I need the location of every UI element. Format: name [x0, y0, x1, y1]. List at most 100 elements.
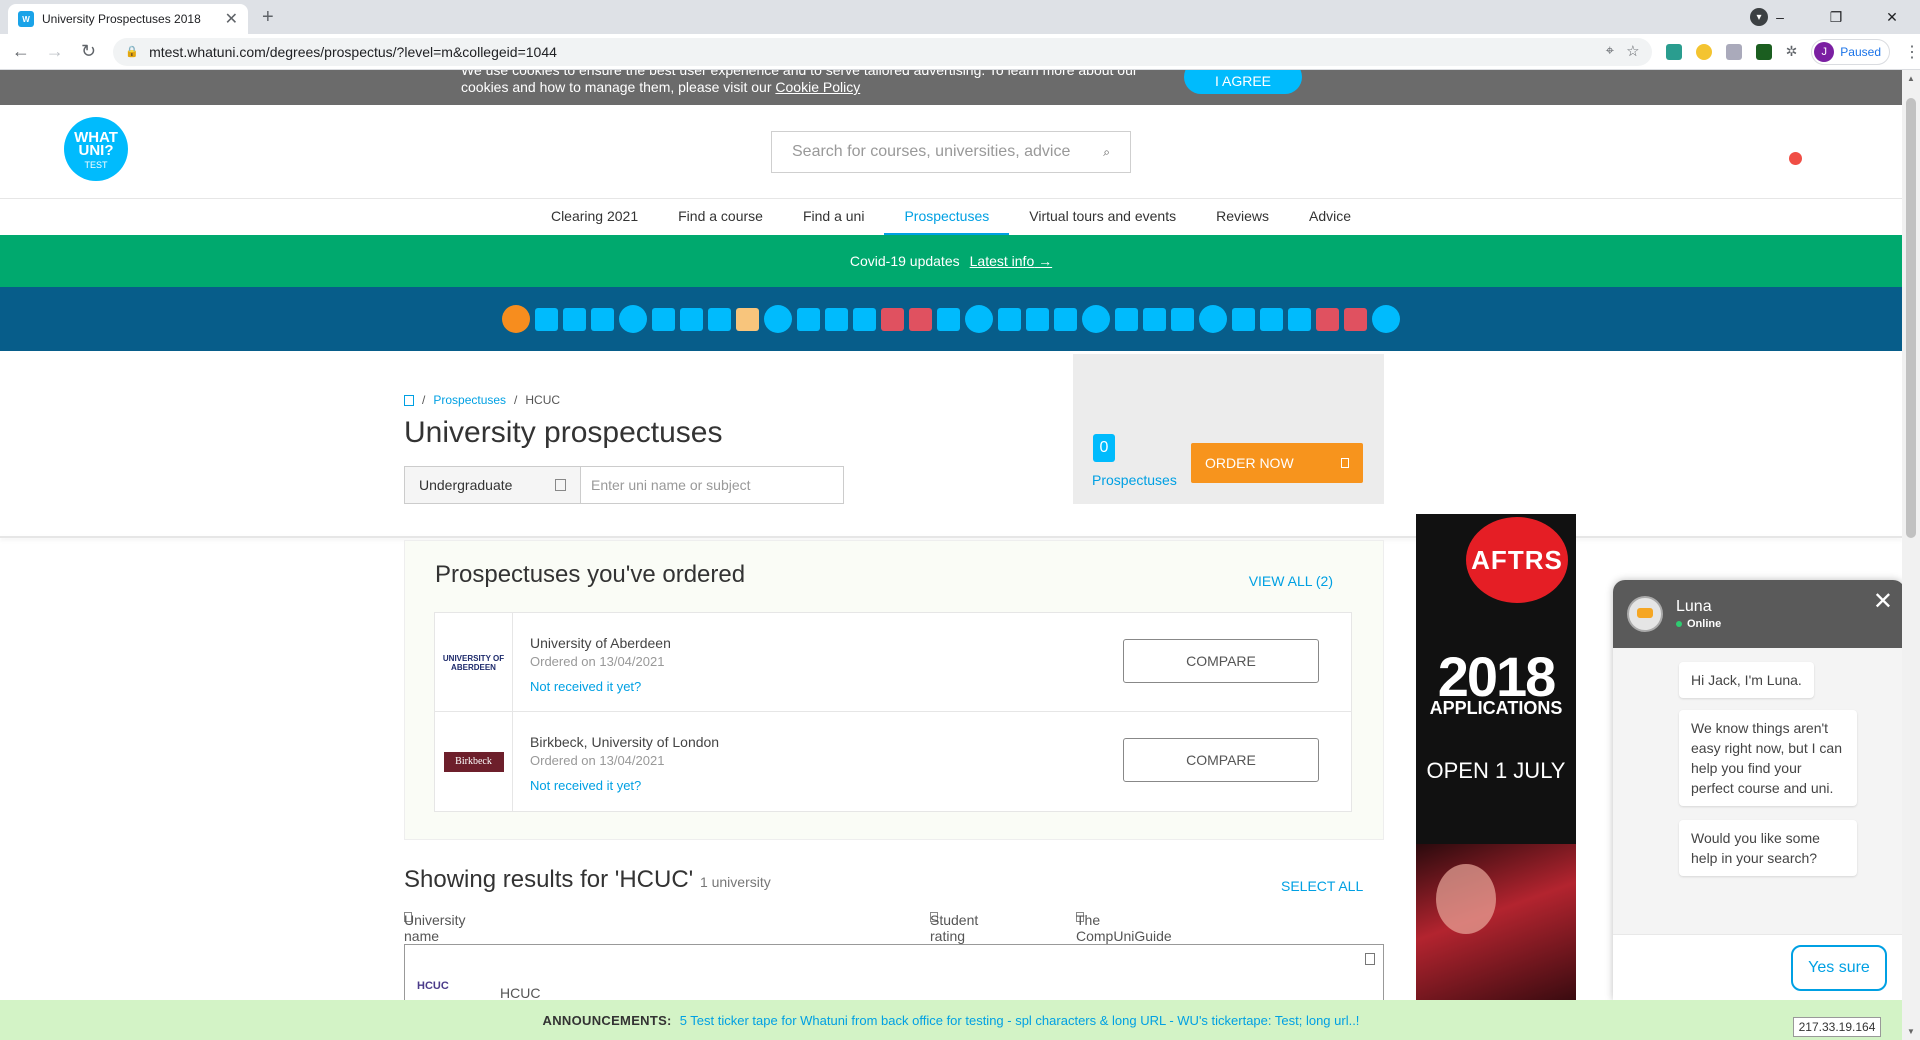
result-uni-name[interactable]: HCUC: [500, 985, 540, 1001]
forward-icon[interactable]: →: [42, 41, 68, 62]
breadcrumb-current: HCUC: [525, 393, 561, 407]
decorative-shape: [1171, 307, 1194, 331]
extensions-area: ✲ J Paused: [1665, 38, 1890, 65]
ip-address: 217.33.19.164: [1793, 1017, 1881, 1037]
notification-dot[interactable]: [1789, 152, 1802, 165]
decorative-shape: [535, 307, 558, 331]
browser-tab[interactable]: W University Prospectuses 2018 ✕: [8, 4, 248, 34]
scroll-up-icon[interactable]: ▲: [1907, 74, 1915, 83]
select-all-link[interactable]: SELECT ALL: [1281, 878, 1363, 894]
not-received-link[interactable]: Not received it yet?: [530, 778, 641, 793]
extension-icon[interactable]: [1755, 43, 1772, 60]
location-icon[interactable]: ⌖: [1606, 42, 1614, 60]
nav-item[interactable]: Reviews: [1196, 199, 1289, 235]
order-now-button[interactable]: ORDER NOW: [1191, 443, 1363, 483]
extension-icon[interactable]: [1725, 43, 1742, 60]
profile-button[interactable]: J Paused: [1811, 38, 1890, 65]
sort-label: Student rating: [930, 912, 979, 944]
url-text: mtest.whatuni.com/degrees/prospectus/?le…: [149, 43, 557, 60]
covid-latest-info-link[interactable]: Latest info →: [970, 253, 1053, 269]
chat-bot-name: Luna: [1676, 598, 1712, 615]
decorative-shape: [1082, 305, 1110, 333]
nav-item[interactable]: Clearing 2021: [531, 199, 658, 235]
uni-subject-input[interactable]: Enter uni name or subject: [581, 466, 844, 504]
whatuni-logo[interactable]: WHAT UNI? TEST: [64, 117, 128, 181]
uni-logo-text: Birkbeck: [443, 751, 504, 772]
page-title: University prospectuses: [404, 416, 723, 449]
decorative-shape: [619, 305, 647, 333]
sort-label: University name: [404, 912, 466, 944]
chat-header: Luna Online ✕: [1613, 580, 1905, 648]
lock-icon[interactable]: 🔒: [125, 45, 139, 58]
cookie-agree-button[interactable]: I AGREE: [1184, 70, 1302, 94]
announcement-bar: ANNOUNCEMENTS: 5 Test ticker tape for Wh…: [0, 1000, 1902, 1040]
address-bar[interactable]: 🔒 mtest.whatuni.com/degrees/prospectus/?…: [113, 37, 1652, 66]
select-checkbox[interactable]: [1365, 953, 1375, 965]
compare-button[interactable]: COMPARE: [1123, 738, 1319, 782]
aftrs-logo: AFTRS: [1466, 517, 1568, 603]
nav-item[interactable]: Find a uni: [783, 199, 884, 235]
tab-close-icon[interactable]: ✕: [225, 9, 238, 29]
chevron-down-icon: [555, 479, 566, 491]
prospectus-count-label[interactable]: Prospectuses: [1092, 472, 1177, 488]
chat-widget: Luna Online ✕ Hi Jack, I'm Luna. We know…: [1613, 580, 1905, 1000]
sort-student-rating[interactable]: Student rating: [930, 912, 978, 944]
bookmark-star-icon[interactable]: ☆: [1626, 42, 1639, 60]
sort-university-name[interactable]: University name: [404, 912, 465, 944]
decorative-shape: [652, 307, 675, 331]
study-level-select[interactable]: Undergraduate: [404, 466, 581, 504]
extension-icon[interactable]: [1695, 43, 1712, 60]
hcuc-logo[interactable]: HCUC: [417, 980, 449, 992]
order-date: Ordered on 13/04/2021: [530, 753, 665, 768]
nav-item[interactable]: Advice: [1289, 199, 1371, 235]
prospectus-count-badge: 0: [1093, 434, 1115, 462]
cookie-policy-link[interactable]: Cookie Policy: [775, 79, 860, 95]
not-received-link[interactable]: Not received it yet?: [530, 679, 641, 694]
chat-message: Hi Jack, I'm Luna.: [1679, 662, 1814, 698]
chat-reply-yes-button[interactable]: Yes sure: [1791, 945, 1887, 991]
breadcrumb: / Prospectuses / HCUC: [404, 393, 560, 407]
minimize-icon[interactable]: –: [1752, 9, 1808, 25]
nav-item[interactable]: Virtual tours and events: [1009, 199, 1196, 235]
reload-icon[interactable]: ↻: [76, 41, 102, 62]
nav-item[interactable]: Prospectuses: [884, 199, 1010, 235]
compare-button[interactable]: COMPARE: [1123, 639, 1319, 683]
back-icon[interactable]: ←: [8, 41, 34, 62]
results-title: Showing results for 'HCUC': [404, 866, 694, 893]
chat-status: Online: [1676, 618, 1721, 630]
scroll-down-icon[interactable]: ▼: [1907, 1027, 1915, 1036]
aftrs-advert[interactable]: AFTRS 2018 APPLICATIONS OPEN 1 JULY: [1416, 514, 1576, 1000]
decorative-shapes-strip: [0, 287, 1902, 351]
breadcrumb-prospectuses[interactable]: Prospectuses: [433, 393, 506, 407]
browser-menu-icon[interactable]: ⋮: [1904, 42, 1920, 62]
restore-icon[interactable]: ❐: [1808, 9, 1864, 26]
home-icon[interactable]: [404, 394, 414, 406]
uni-logo[interactable]: Birkbeck: [435, 712, 513, 811]
decorative-shape: [1054, 307, 1077, 331]
chat-close-icon[interactable]: ✕: [1873, 590, 1893, 614]
nav-item[interactable]: Find a course: [658, 199, 783, 235]
announcement-ticker[interactable]: 5 Test ticker tape for Whatuni from back…: [680, 1013, 1360, 1028]
sort-compuniguide-ranking[interactable]: The CompUniGuide ranking: [1076, 912, 1172, 960]
chat-message: We know things aren't easy right now, bu…: [1679, 710, 1857, 806]
cookie-text-line1: We use cookies to ensure the best user e…: [461, 70, 1138, 78]
decorative-shape: [736, 307, 759, 331]
new-tab-icon[interactable]: +: [262, 6, 274, 29]
site-header: WHAT UNI? TEST Search for courses, unive…: [0, 105, 1902, 199]
page-scrollbar[interactable]: ▲ ▼: [1902, 70, 1920, 1040]
site-search-input[interactable]: Search for courses, universities, advice…: [771, 131, 1131, 173]
study-level-value: Undergraduate: [419, 477, 513, 493]
uni-logo[interactable]: UNIVERSITY OF ABERDEEN: [435, 613, 513, 712]
window-close-icon[interactable]: ✕: [1864, 9, 1920, 26]
order-date: Ordered on 13/04/2021: [530, 654, 665, 669]
scrollbar-thumb[interactable]: [1906, 98, 1916, 538]
tab-title: University Prospectuses 2018: [42, 12, 201, 26]
decorative-shape: [563, 307, 586, 331]
extensions-puzzle-icon[interactable]: ✲: [1786, 43, 1798, 60]
search-icon[interactable]: ⌕: [1103, 145, 1110, 160]
view-all-link[interactable]: VIEW ALL (2): [1249, 573, 1333, 589]
extension-icon[interactable]: [1665, 43, 1682, 60]
decorative-shape: [1260, 307, 1283, 331]
uni-subject-placeholder: Enter uni name or subject: [591, 477, 751, 493]
order-now-label: ORDER NOW: [1205, 455, 1294, 471]
